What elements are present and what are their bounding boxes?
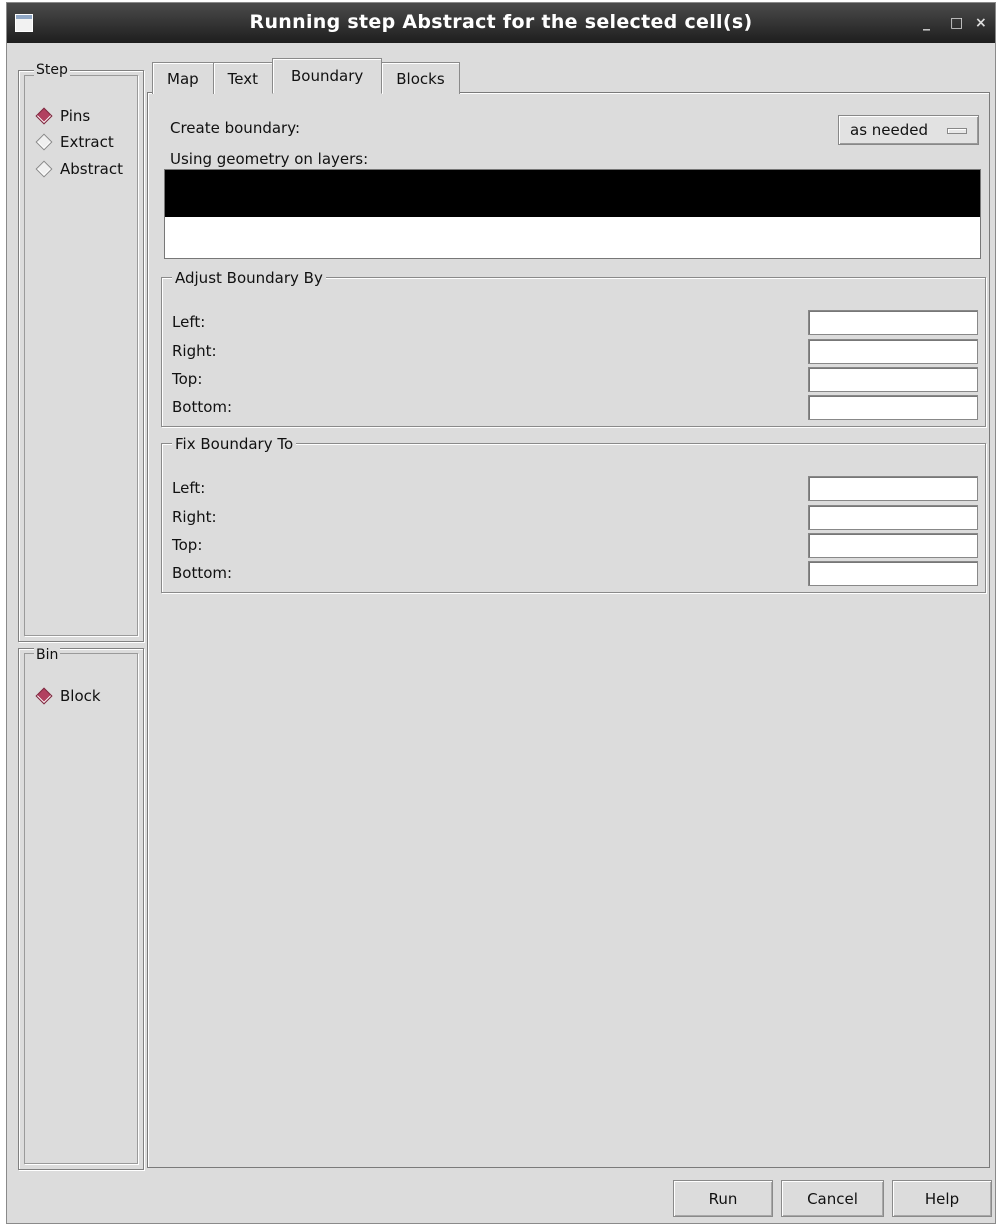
create-boundary-value: as needed (850, 121, 929, 139)
tab-map[interactable]: Map (152, 62, 214, 94)
fix-bottom-input[interactable] (808, 561, 978, 586)
adjust-top-label: Top: (172, 370, 203, 388)
step-radio-label: Pins (60, 107, 91, 125)
fix-boundary-group: Fix Boundary To Left: Right: Top: Bottom… (161, 435, 986, 593)
adjust-right-input[interactable] (808, 339, 978, 364)
layers-selected-row[interactable] (165, 170, 980, 217)
dropdown-indicator-icon (947, 128, 967, 134)
fix-left-input[interactable] (808, 476, 978, 501)
adjust-boundary-legend: Adjust Boundary By (172, 269, 326, 287)
radio-selected-icon[interactable] (35, 107, 53, 125)
radio-unselected-icon[interactable] (35, 133, 53, 151)
fix-right-input[interactable] (808, 505, 978, 530)
close-icon[interactable]: × (975, 16, 987, 30)
window-title: Running step Abstract for the selected c… (249, 11, 753, 33)
bin-group-inner (24, 653, 138, 1164)
bin-radio-label: Block (60, 687, 101, 705)
fix-right-label: Right: (172, 508, 217, 526)
adjust-top-input[interactable] (808, 367, 978, 392)
tab-blocks[interactable]: Blocks (381, 62, 460, 94)
step-radio-pins[interactable]: Pins (35, 106, 91, 126)
adjust-bottom-label: Bottom: (172, 398, 233, 416)
step-radio-abstract[interactable]: Abstract (35, 159, 123, 179)
minimize-icon[interactable]: _ (923, 16, 930, 30)
step-radio-label: Extract (60, 133, 114, 151)
adjust-bottom-input[interactable] (808, 395, 978, 420)
adjust-left-input[interactable] (808, 310, 978, 335)
create-boundary-label: Create boundary: (170, 119, 301, 137)
adjust-left-label: Left: (172, 313, 206, 331)
fix-left-label: Left: (172, 479, 206, 497)
adjust-right-label: Right: (172, 342, 217, 360)
fix-bottom-label: Bottom: (172, 564, 233, 582)
step-group-legend: Step (34, 62, 70, 78)
help-button[interactable]: Help (892, 1180, 992, 1217)
title-bar[interactable]: Running step Abstract for the selected c… (7, 3, 995, 43)
tab-text[interactable]: Text (212, 62, 273, 94)
bin-group-legend: Bin (34, 647, 61, 663)
radio-selected-icon[interactable] (35, 687, 53, 705)
maximize-icon[interactable]: □ (950, 16, 963, 30)
fix-top-label: Top: (172, 536, 203, 554)
tab-boundary[interactable]: Boundary (272, 58, 383, 94)
step-radio-extract[interactable]: Extract (35, 132, 114, 152)
adjust-boundary-group: Adjust Boundary By Left: Right: Top: Bot… (161, 269, 986, 427)
bin-radio-block[interactable]: Block (35, 686, 101, 706)
step-radio-label: Abstract (60, 160, 123, 178)
layers-listbox[interactable] (164, 169, 981, 259)
layers-label: Using geometry on layers: (170, 150, 369, 168)
fix-boundary-legend: Fix Boundary To (172, 435, 297, 453)
cancel-button[interactable]: Cancel (781, 1180, 884, 1217)
radio-unselected-icon[interactable] (35, 160, 53, 178)
create-boundary-dropdown[interactable]: as needed (838, 115, 979, 145)
fix-top-input[interactable] (808, 533, 978, 558)
run-button[interactable]: Run (673, 1180, 773, 1217)
tab-bar: Map Text Boundary Blocks (152, 58, 460, 94)
